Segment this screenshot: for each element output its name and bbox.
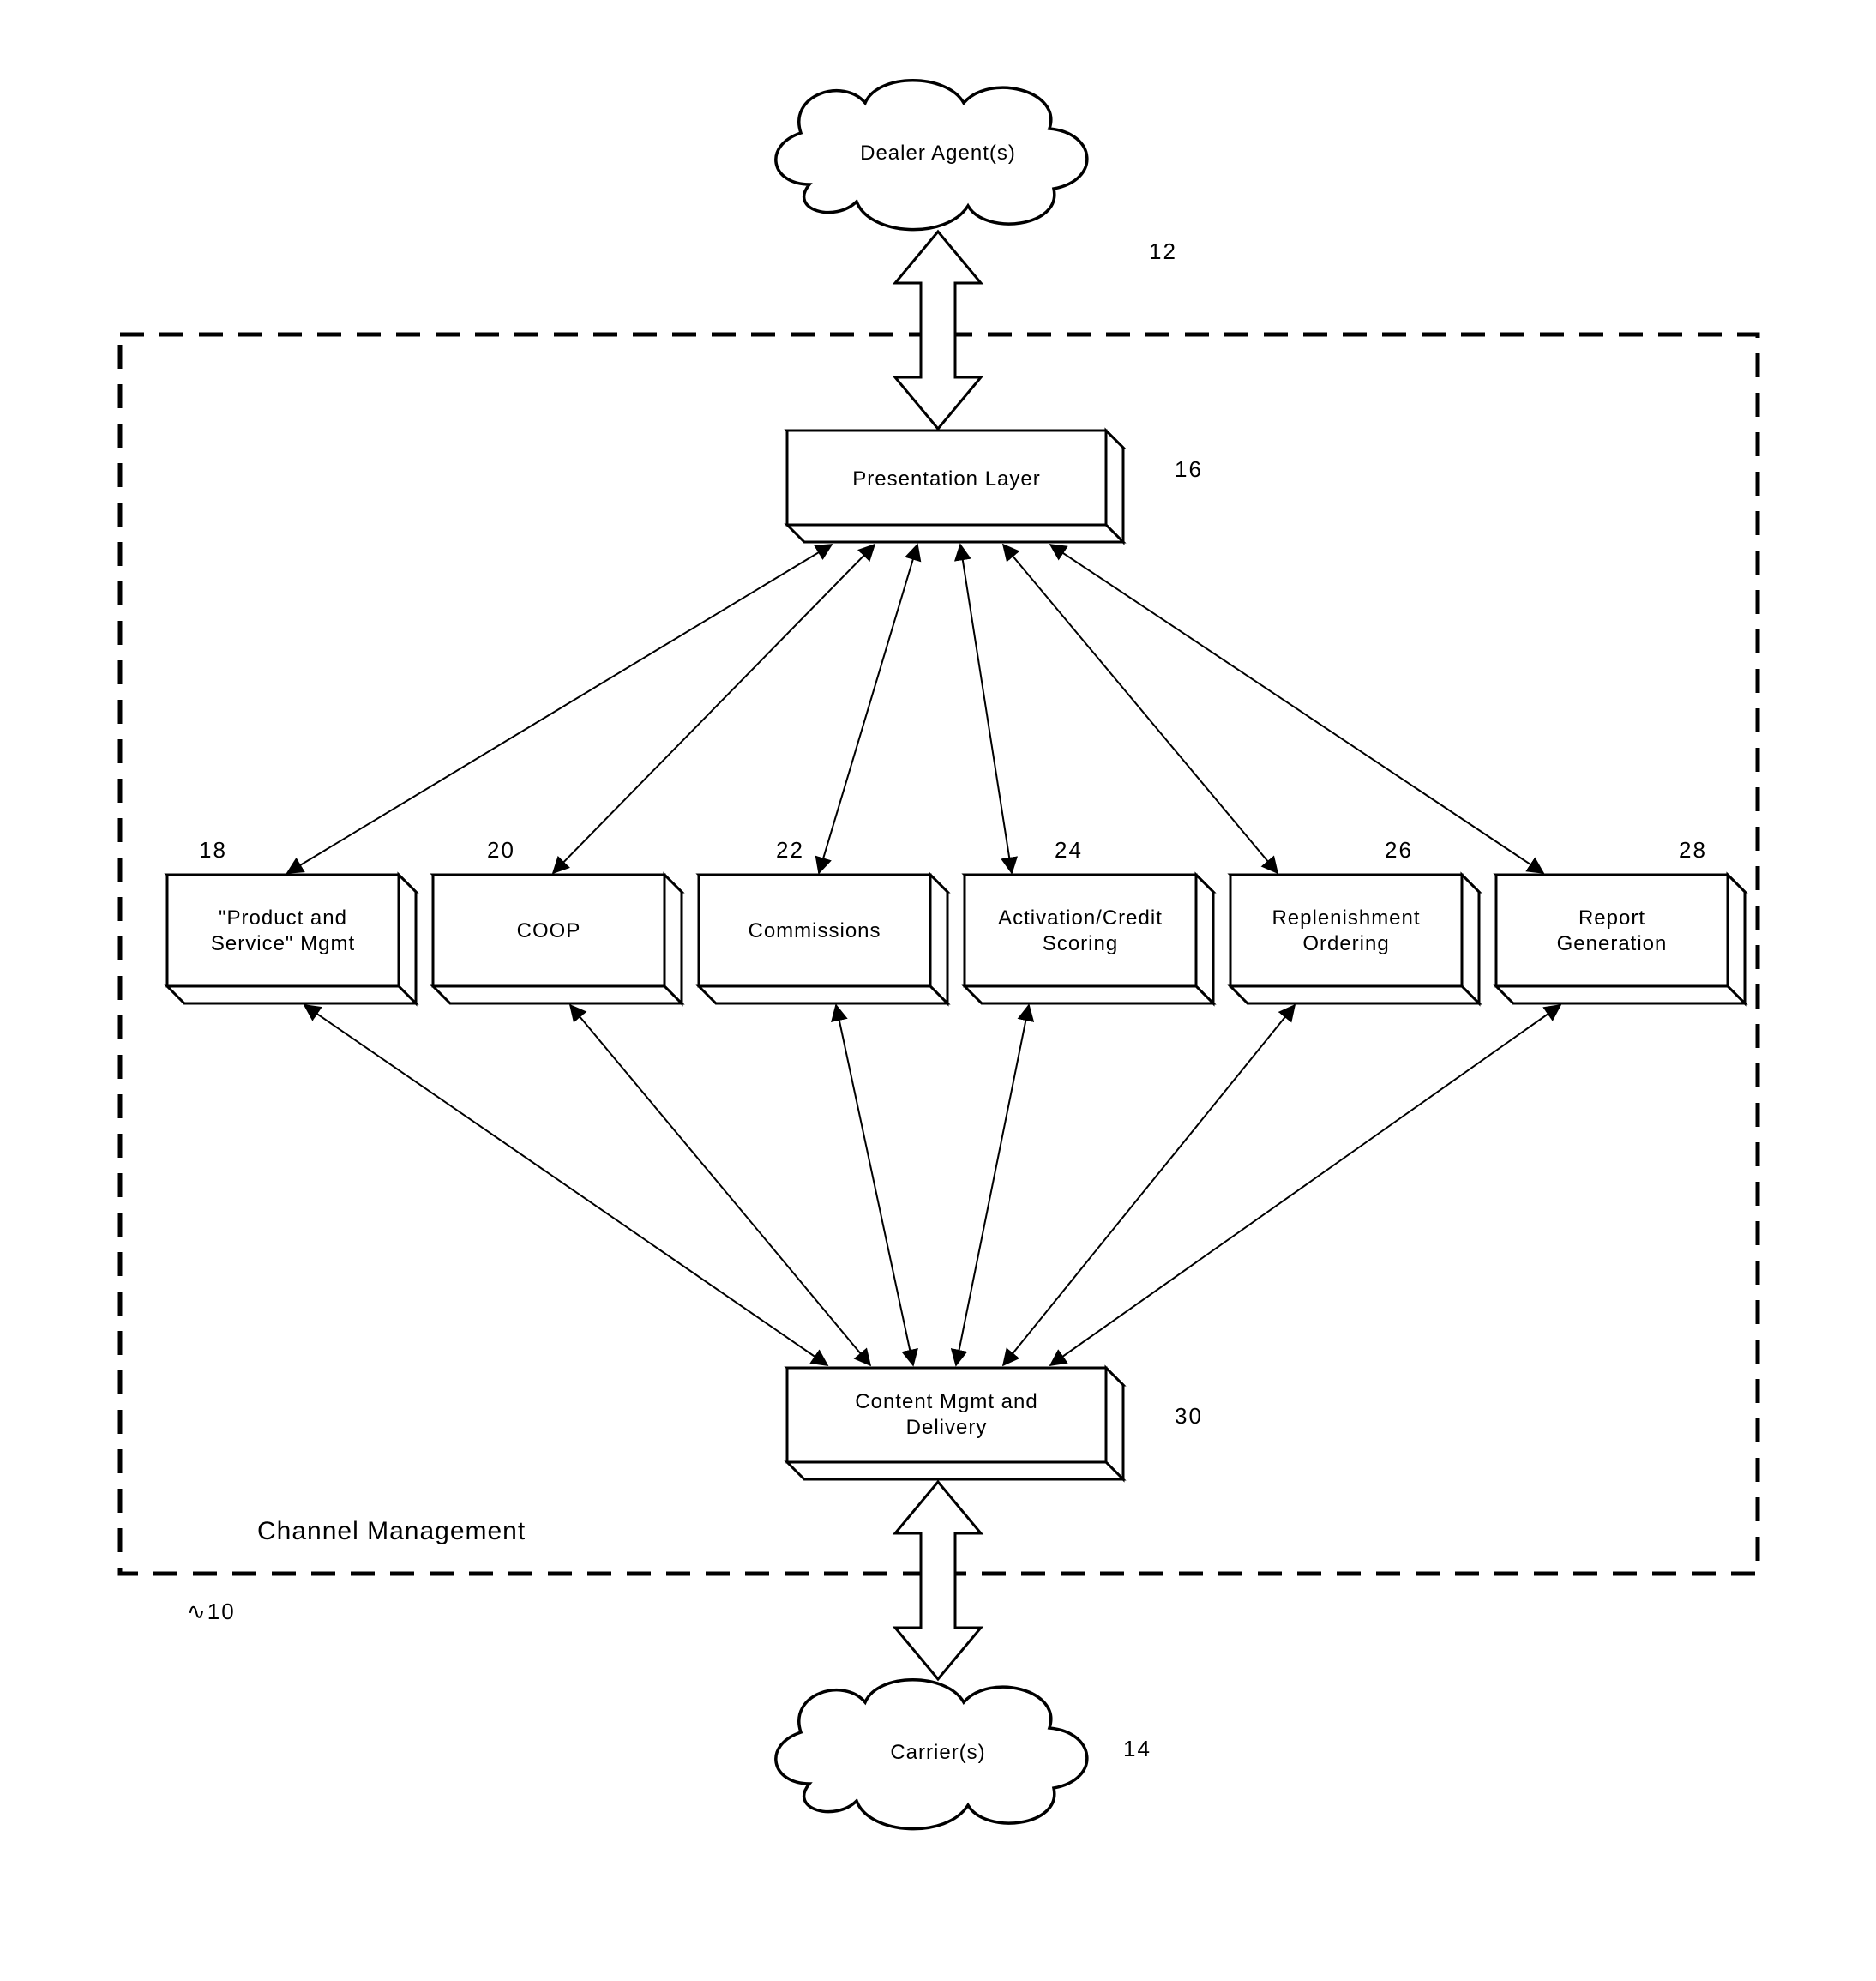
box-presentation-layer: Presentation Layer bbox=[787, 431, 1123, 542]
svg-text:COOP: COOP bbox=[517, 919, 581, 942]
region-ref: ∿10 bbox=[187, 1599, 236, 1624]
svg-text:Delivery: Delivery bbox=[906, 1416, 988, 1439]
region-label: Channel Management bbox=[257, 1517, 526, 1545]
box-activation-credit-scoring: Activation/Credit Scoring bbox=[965, 875, 1213, 1003]
double-arrow-top bbox=[895, 232, 981, 429]
svg-text:Service" Mgmt: Service" Mgmt bbox=[211, 932, 355, 955]
svg-text:Scoring: Scoring bbox=[1043, 932, 1118, 955]
box-commissions: Commissions bbox=[699, 875, 947, 1003]
arrows-row-to-content bbox=[304, 1005, 1560, 1365]
ref-28: 28 bbox=[1679, 837, 1707, 863]
cloud-carrier-ref: 14 bbox=[1123, 1736, 1151, 1761]
double-arrow-bottom bbox=[895, 1482, 981, 1679]
box-presentation-ref: 16 bbox=[1175, 456, 1203, 482]
svg-text:Content Mgmt and: Content Mgmt and bbox=[855, 1390, 1037, 1413]
svg-text:Activation/Credit: Activation/Credit bbox=[998, 906, 1163, 930]
box-product-service-mgmt: "Product and Service" Mgmt bbox=[167, 875, 416, 1003]
box-content-mgmt-delivery: Content Mgmt and Delivery bbox=[787, 1368, 1123, 1479]
box-replenishment-ordering: Replenishment Ordering bbox=[1230, 875, 1479, 1003]
svg-text:Ordering: Ordering bbox=[1302, 932, 1389, 955]
box-content-ref: 30 bbox=[1175, 1403, 1203, 1429]
ref-26: 26 bbox=[1385, 837, 1413, 863]
cloud-dealer-ref: 12 bbox=[1149, 238, 1177, 264]
ref-24: 24 bbox=[1055, 837, 1083, 863]
svg-text:Report: Report bbox=[1578, 906, 1645, 930]
svg-text:Presentation Layer: Presentation Layer bbox=[852, 467, 1040, 491]
ref-22: 22 bbox=[776, 837, 804, 863]
arrows-presentation-to-row bbox=[287, 545, 1543, 873]
cloud-dealer-agents: Dealer Agent(s) bbox=[776, 81, 1087, 230]
svg-text:Generation: Generation bbox=[1557, 932, 1668, 955]
box-report-generation: Report Generation bbox=[1496, 875, 1745, 1003]
svg-text:Dealer Agent(s): Dealer Agent(s) bbox=[860, 142, 1016, 165]
ref-20: 20 bbox=[487, 837, 515, 863]
ref-18: 18 bbox=[199, 837, 227, 863]
svg-text:"Product and: "Product and bbox=[219, 906, 347, 930]
svg-text:Carrier(s): Carrier(s) bbox=[890, 1741, 985, 1764]
svg-text:Replenishment: Replenishment bbox=[1272, 906, 1420, 930]
cloud-carriers: Carrier(s) bbox=[776, 1680, 1087, 1829]
svg-text:Commissions: Commissions bbox=[748, 919, 881, 942]
box-coop: COOP bbox=[433, 875, 682, 1003]
